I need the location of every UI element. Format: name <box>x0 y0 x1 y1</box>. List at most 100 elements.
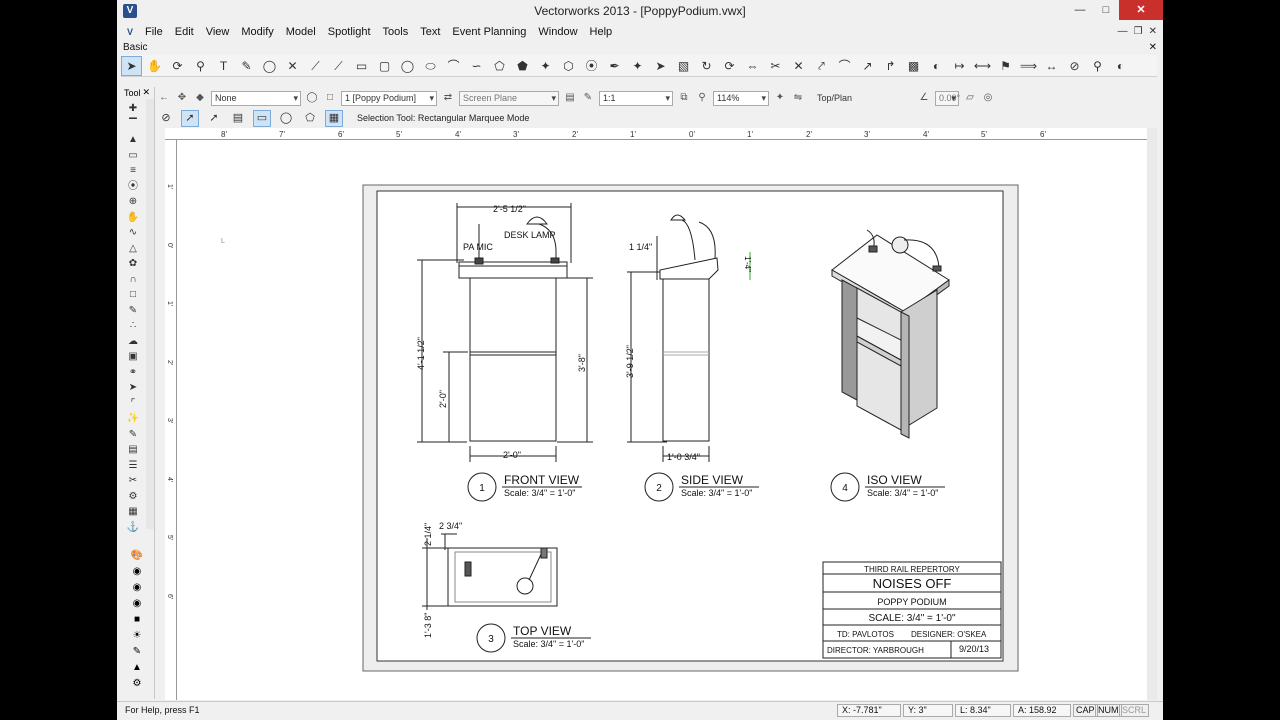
plane-icon[interactable]: ⇄ <box>441 91 455 105</box>
palette-paint-icon[interactable]: ◉ <box>125 565 149 579</box>
doc-minimize-button[interactable]: — <box>1118 23 1128 41</box>
marker-tool-icon[interactable]: ➤ <box>123 380 143 396</box>
double-line-polygon-tool-icon[interactable]: ✦ <box>535 56 556 76</box>
polygon-tool-icon[interactable]: ⬟ <box>512 56 533 76</box>
menu-help[interactable]: Help <box>584 23 619 41</box>
rotate-tool-icon[interactable]: ⟳ <box>719 56 740 76</box>
clip-tool-icon[interactable]: ▧ <box>673 56 694 76</box>
corner-tool-icon[interactable]: ⌜ <box>123 396 143 412</box>
locus-tool-icon[interactable]: ✕ <box>282 56 303 76</box>
doc-restore-button[interactable]: ❐ <box>1134 23 1143 41</box>
fillet-corner-tool-icon[interactable]: ↱ <box>880 56 901 76</box>
landscape-tool-icon[interactable]: △ <box>123 241 143 257</box>
menu-file[interactable]: File <box>139 23 169 41</box>
stair-tool-icon[interactable]: ≡ <box>123 163 143 179</box>
protractor-tool-icon[interactable]: ◐ <box>1110 56 1131 76</box>
plant-tool-icon[interactable]: ✿ <box>123 256 143 272</box>
class-icon[interactable]: ◆ <box>193 91 207 105</box>
palette-pencil-icon[interactable]: ✎ <box>125 645 149 659</box>
slab-tool-icon[interactable]: ▭ <box>123 148 143 164</box>
vertical-scrollbar[interactable] <box>1147 128 1157 700</box>
palette-fill-icon[interactable]: ◉ <box>125 597 149 611</box>
transform-mode-icon[interactable]: ▦ <box>325 109 343 127</box>
palette-brush-icon[interactable]: 🎨 <box>125 549 149 563</box>
working-plane-icon[interactable]: ▱ <box>963 91 977 105</box>
plane-select[interactable]: Screen Plane <box>459 90 559 106</box>
spiral-tool-icon[interactable]: ⦿ <box>581 56 602 76</box>
flag-tool-icon[interactable]: ⚑ <box>995 56 1016 76</box>
mode-disable-icon[interactable]: ⊘ <box>157 110 175 127</box>
polygon-marquee-icon[interactable]: ⬠ <box>301 110 319 127</box>
drawing-canvas[interactable]: L 2'-5 1/2" DESK LAMP PA MIC 4'-1 1/2" 2… <box>177 140 1157 700</box>
eyedropper-tool-icon[interactable]: ✒ <box>604 56 625 76</box>
rectangular-marquee-icon[interactable]: ▭ <box>253 109 271 127</box>
layer-navigate-icon[interactable]: ◯ <box>305 91 319 105</box>
tool-palette-close-icon[interactable]: ✕ <box>142 87 150 98</box>
grid-tool-icon[interactable]: ▦ <box>123 504 143 520</box>
column-tool-icon[interactable]: ▔ <box>123 117 143 133</box>
key-tool-icon[interactable]: ⚭ <box>123 365 143 381</box>
scissors-tool-icon[interactable]: ✂ <box>123 473 143 489</box>
doc-close-button[interactable]: ✕ <box>1149 23 1157 41</box>
symbol-insert-tool-icon[interactable]: ◯ <box>259 56 280 76</box>
menu-event-planning[interactable]: Event Planning <box>446 23 532 41</box>
connect-tool-icon[interactable]: ⤤ <box>811 56 832 76</box>
fit-to-window-icon[interactable]: ⧉ <box>677 91 691 105</box>
menu-spotlight[interactable]: Spotlight <box>322 23 377 41</box>
attribute-mapping-tool-icon[interactable]: ✦ <box>627 56 648 76</box>
layer-select[interactable]: 1 [Poppy Podium] <box>341 90 437 106</box>
menu-view[interactable]: View <box>200 23 236 41</box>
projection-icon[interactable]: ⇋ <box>791 91 805 105</box>
fillet-tool-icon[interactable]: ⌒ <box>834 56 855 76</box>
class-select[interactable]: None <box>211 90 301 106</box>
offset-tool-icon[interactable]: ↻ <box>696 56 717 76</box>
lasso-marquee-icon[interactable]: ◯ <box>277 110 295 127</box>
constrained-dimension-tool-icon[interactable]: ⟷ <box>972 56 993 76</box>
arch-tool-icon[interactable]: ∩ <box>123 272 143 288</box>
dimension-tool-icon[interactable]: ↦ <box>949 56 970 76</box>
view-label[interactable]: Top/Plan <box>809 93 869 103</box>
text-tool-icon[interactable]: T <box>213 56 234 76</box>
menu-window[interactable]: Window <box>532 23 583 41</box>
menu-text[interactable]: Text <box>414 23 446 41</box>
close-button[interactable]: ✕ <box>1119 0 1163 20</box>
regular-polygon-tool-icon[interactable]: ⬡ <box>558 56 579 76</box>
tool-palette-scrollbar[interactable] <box>146 99 154 529</box>
scale-field[interactable]: 1:1 <box>599 90 673 106</box>
stop-tool-icon[interactable]: ⊘ <box>1064 56 1085 76</box>
globe-icon[interactable]: ◎ <box>981 91 995 105</box>
mode-multiselect-icon[interactable]: ➚ <box>205 110 223 127</box>
zoom-select[interactable]: 114% <box>713 90 769 106</box>
target-tool-icon[interactable]: ⊕ <box>123 194 143 210</box>
callout-tool-icon[interactable]: ✎ <box>236 56 257 76</box>
double-line-tool-icon[interactable]: ⟋ <box>328 56 349 76</box>
oval-tool-icon[interactable]: ⬭ <box>420 56 441 76</box>
menu-modify[interactable]: Modify <box>235 23 279 41</box>
stake-tool-icon[interactable]: ⟹ <box>1018 56 1039 76</box>
trim-tool-icon[interactable]: ✕ <box>788 56 809 76</box>
view-render-icon[interactable]: ✦ <box>773 91 787 105</box>
chamfer-tool-icon[interactable]: ↗ <box>857 56 878 76</box>
pencil-tool-icon[interactable]: ✎ <box>123 303 143 319</box>
arc-tool-icon[interactable]: ⌒ <box>443 56 464 76</box>
maximize-button[interactable]: □ <box>1093 0 1119 20</box>
mode-settings-icon[interactable]: ▤ <box>229 110 247 127</box>
reshape-tool-icon[interactable]: ➤ <box>650 56 671 76</box>
visibility-tool-icon[interactable]: ◐ <box>926 56 947 76</box>
window-tool-icon[interactable]: □ <box>123 287 143 303</box>
zoom-icon[interactable]: ⚲ <box>695 91 709 105</box>
gear-tool-icon[interactable]: ⚙ <box>123 489 143 505</box>
frame-tool-icon[interactable]: ▣ <box>123 349 143 365</box>
roof-tool-icon[interactable]: ▲ <box>123 132 143 148</box>
minimize-button[interactable]: — <box>1067 0 1093 20</box>
wall-tool-icon[interactable]: ✚ <box>123 101 143 117</box>
palette-gear-icon[interactable]: ⚙ <box>125 677 149 691</box>
cloud-tool-icon[interactable]: ☁ <box>123 334 143 350</box>
freehand-tool-icon[interactable]: ∽ <box>466 56 487 76</box>
palette-light-icon[interactable]: ☀ <box>125 629 149 643</box>
circle-tool-icon[interactable]: ◯ <box>397 56 418 76</box>
flyover-tool-icon[interactable]: ⟳ <box>167 56 188 76</box>
render-bitmap-tool-icon[interactable]: ▩ <box>903 56 924 76</box>
polyline-tool-icon[interactable]: ⬠ <box>489 56 510 76</box>
scale-pencil-icon[interactable]: ✎ <box>581 91 595 105</box>
